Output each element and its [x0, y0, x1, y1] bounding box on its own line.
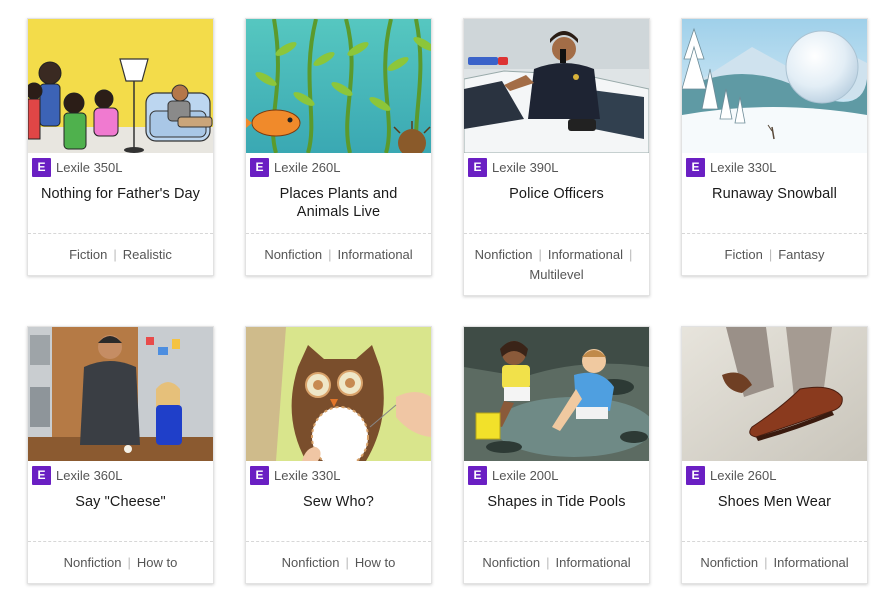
tag-separator: |: [628, 247, 633, 262]
book-cover-image[interactable]: [682, 327, 867, 461]
book-cover-image[interactable]: [28, 19, 213, 153]
book-tags: Nonfiction | Informational: [682, 541, 867, 583]
book-cover-image[interactable]: [464, 327, 649, 461]
book-title[interactable]: Say "Cheese": [28, 489, 213, 541]
book-card[interactable]: E Lexile 330L Runaway Snowball Fiction | F…: [681, 18, 868, 276]
tag: Fiction: [724, 247, 763, 262]
lexile-level: Lexile 330L: [274, 467, 341, 483]
level-badge: E: [250, 465, 269, 485]
book-card[interactable]: E Lexile 260L Shoes Men Wear Nonfiction |…: [681, 326, 868, 584]
level-badge: E: [468, 465, 487, 485]
book-title[interactable]: Runaway Snowball: [682, 181, 867, 233]
tag: Fiction: [69, 247, 108, 262]
book-card[interactable]: E Lexile 260L Places Plants and Animals …: [245, 18, 432, 276]
book-cover-image[interactable]: [246, 19, 431, 153]
tag: Informational: [773, 555, 849, 570]
book-cover-image[interactable]: [464, 19, 649, 153]
book-tags: Nonfiction | How to: [246, 541, 431, 583]
lexile-level: Lexile 360L: [56, 467, 123, 483]
book-card[interactable]: E Lexile 390L Police Officers Nonfiction…: [463, 18, 650, 296]
book-meta: E Lexile 390L: [464, 153, 649, 181]
lexile-level: Lexile 260L: [710, 467, 777, 483]
book-meta: E Lexile 260L: [682, 461, 867, 489]
tag: Informational: [547, 247, 623, 262]
book-cover-image[interactable]: [682, 19, 867, 153]
tag-separator: |: [764, 555, 768, 570]
book-tags: Fiction | Fantasy: [682, 233, 867, 275]
lexile-level: Lexile 350L: [56, 159, 123, 175]
tag: How to: [136, 555, 178, 570]
level-badge: E: [32, 465, 51, 485]
book-title[interactable]: Police Officers: [464, 181, 649, 233]
book-cover-image[interactable]: [28, 327, 213, 461]
book-meta: E Lexile 360L: [28, 461, 213, 489]
tag: Nonfiction: [700, 555, 759, 570]
book-tags: Nonfiction | How to: [28, 541, 213, 583]
lexile-level: Lexile 330L: [710, 159, 777, 175]
book-tags: Nonfiction | Informational | Multilevel: [464, 233, 649, 295]
book-cover-image[interactable]: [246, 327, 431, 461]
tag-separator: |: [345, 555, 349, 570]
book-meta: E Lexile 200L: [464, 461, 649, 489]
tag: How to: [354, 555, 396, 570]
tag-separator: |: [127, 555, 131, 570]
tag-separator: |: [768, 247, 773, 262]
tag: Nonfiction: [264, 247, 323, 262]
level-badge: E: [250, 157, 269, 177]
lexile-level: Lexile 260L: [274, 159, 341, 175]
book-meta: E Lexile 330L: [682, 153, 867, 181]
lexile-level: Lexile 200L: [492, 467, 559, 483]
book-title[interactable]: Sew Who?: [246, 489, 431, 541]
tag: Informational: [555, 555, 631, 570]
book-title[interactable]: Places Plants and Animals Live: [246, 181, 431, 233]
tag-separator: |: [113, 247, 117, 262]
level-badge: E: [686, 465, 705, 485]
level-badge: E: [686, 157, 705, 177]
book-card[interactable]: E Lexile 200L Shapes in Tide Pools Nonfi…: [463, 326, 650, 584]
book-meta: E Lexile 260L: [246, 153, 431, 181]
book-meta: E Lexile 330L: [246, 461, 431, 489]
tag-separator: |: [538, 247, 542, 262]
lexile-level: Lexile 390L: [492, 159, 559, 175]
tag: Realistic: [122, 247, 172, 262]
level-badge: E: [32, 157, 51, 177]
book-meta: E Lexile 350L: [28, 153, 213, 181]
book-tags: Fiction | Realistic: [28, 233, 213, 275]
book-title[interactable]: Shoes Men Wear: [682, 489, 867, 541]
book-tags: Nonfiction | Informational: [246, 233, 431, 275]
book-tags: Nonfiction | Informational: [464, 541, 649, 583]
tag-separator: |: [546, 555, 550, 570]
book-card[interactable]: E Lexile 330L Sew Who? Nonfiction | How to: [245, 326, 432, 584]
tag-separator: |: [328, 247, 332, 262]
tag: Nonfiction: [482, 555, 541, 570]
tag: Informational: [337, 247, 413, 262]
book-card[interactable]: E Lexile 350L Nothing for Father's Day F…: [27, 18, 214, 276]
book-card[interactable]: E Lexile 360L Say "Cheese" Nonfiction | Ho…: [27, 326, 214, 584]
tag: Nonfiction: [474, 247, 533, 262]
tag: Nonfiction: [281, 555, 340, 570]
level-badge: E: [468, 157, 487, 177]
tag: Multilevel: [529, 267, 584, 282]
tag: Nonfiction: [63, 555, 122, 570]
tag: Fantasy: [778, 247, 825, 262]
book-title[interactable]: Nothing for Father's Day: [28, 181, 213, 233]
book-title[interactable]: Shapes in Tide Pools: [464, 489, 649, 541]
